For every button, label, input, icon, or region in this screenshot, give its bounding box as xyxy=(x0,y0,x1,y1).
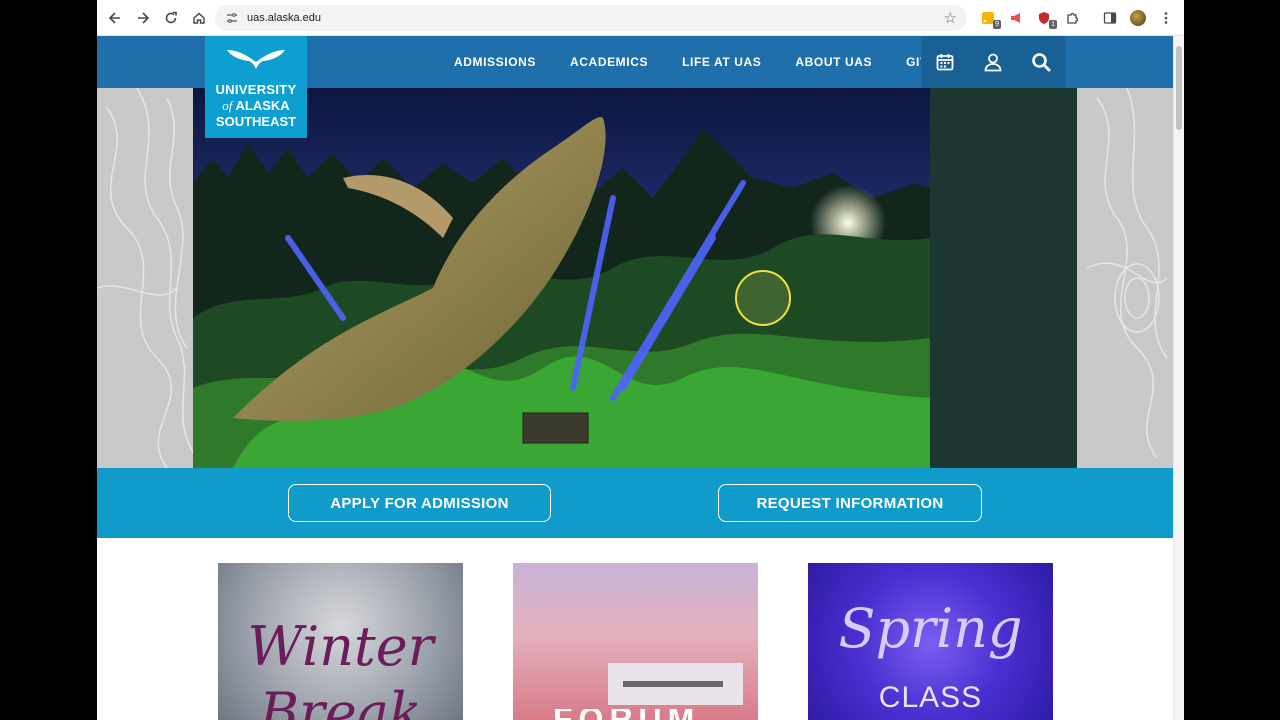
logo-alaska: ALASKA xyxy=(232,98,290,113)
megaphone-extension-icon[interactable] xyxy=(1005,7,1027,29)
card-spring-title: Spring xyxy=(838,597,1023,660)
main-nav: ADMISSIONS ACADEMICS LIFE AT UAS ABOUT U… xyxy=(437,36,954,88)
web-page: ADMISSIONS ACADEMICS LIFE AT UAS ABOUT U… xyxy=(97,36,1173,720)
puzzle-extensions-icon[interactable] xyxy=(1061,7,1083,29)
request-information-button[interactable]: REQUEST INFORMATION xyxy=(718,484,982,522)
utility-nav xyxy=(921,36,1065,88)
profile-avatar[interactable] xyxy=(1127,7,1149,29)
calendar-icon[interactable] xyxy=(930,47,960,77)
university-logo[interactable]: UNIVERSITY of ALASKA SOUTHEAST xyxy=(205,36,307,138)
search-icon[interactable] xyxy=(1026,47,1056,77)
extension-badge: 1 xyxy=(1049,20,1057,29)
site-info-icon[interactable] xyxy=(225,11,239,25)
side-panel-icon[interactable] xyxy=(1099,7,1121,29)
card-spring-subtitle: CLASS xyxy=(878,681,983,714)
card-winter-title: Winter xyxy=(247,615,434,678)
bookmark-star-icon[interactable]: ☆ xyxy=(944,9,957,27)
user-icon[interactable] xyxy=(978,47,1008,77)
card-forum-title: FORUM xyxy=(553,709,728,720)
building-windows xyxy=(623,681,723,687)
whale-tail-icon xyxy=(227,50,285,69)
nav-academics[interactable]: ACADEMICS xyxy=(553,55,665,69)
cta-band: APPLY FOR ADMISSION REQUEST INFORMATION xyxy=(97,468,1173,538)
nav-buttons xyxy=(101,4,213,32)
card-spring-class[interactable]: Spring CLASS xyxy=(808,563,1053,720)
extension-badge: 9 xyxy=(993,20,1001,29)
logo-line-2: of ALASKA xyxy=(205,98,307,114)
browser-window: uas.alaska.edu ☆ 9 1 ADMISSIONS ACADEMIC… xyxy=(97,0,1184,720)
shield-extension-icon[interactable]: 1 xyxy=(1033,7,1057,29)
nav-about-uas[interactable]: ABOUT UAS xyxy=(778,55,889,69)
nav-life-at-uas[interactable]: LIFE AT UAS xyxy=(665,55,778,69)
card-winter-subtitle: Break xyxy=(259,681,422,720)
card-winter-break[interactable]: Winter Break xyxy=(218,563,463,720)
forward-arrow-icon[interactable] xyxy=(129,4,157,32)
card-forum[interactable]: FORUM xyxy=(513,563,758,720)
screen: uas.alaska.edu ☆ 9 1 ADMISSIONS ACADEMIC… xyxy=(0,0,1280,720)
hero-side-panel xyxy=(930,88,1077,468)
nav-admissions[interactable]: ADMISSIONS xyxy=(437,55,553,69)
address-bar[interactable]: uas.alaska.edu ☆ xyxy=(215,5,967,31)
page-scrollbar[interactable] xyxy=(1173,36,1184,720)
logo-of: of xyxy=(222,98,233,113)
hero-image-whale-sculpture xyxy=(193,88,930,468)
mouse-cursor-highlight xyxy=(735,270,791,326)
logo-line-3: SOUTHEAST xyxy=(215,114,297,129)
feature-cards: Winter Break FORUM Spring CLASS xyxy=(97,563,1173,720)
reload-icon[interactable] xyxy=(157,4,185,32)
back-arrow-icon[interactable] xyxy=(101,4,129,32)
browser-toolbar: uas.alaska.edu ☆ 9 1 xyxy=(97,0,1184,36)
logo-line-1: UNIVERSITY xyxy=(215,82,297,97)
apply-for-admission-button[interactable]: APPLY FOR ADMISSION xyxy=(288,484,551,522)
home-icon[interactable] xyxy=(185,4,213,32)
rss-extension-icon[interactable]: 9 xyxy=(977,7,1001,29)
extensions-bar: 9 1 xyxy=(977,5,1177,31)
kebab-menu-icon[interactable] xyxy=(1155,7,1177,29)
scrollbar-thumb[interactable] xyxy=(1176,46,1182,130)
url-text: uas.alaska.edu xyxy=(247,12,321,24)
